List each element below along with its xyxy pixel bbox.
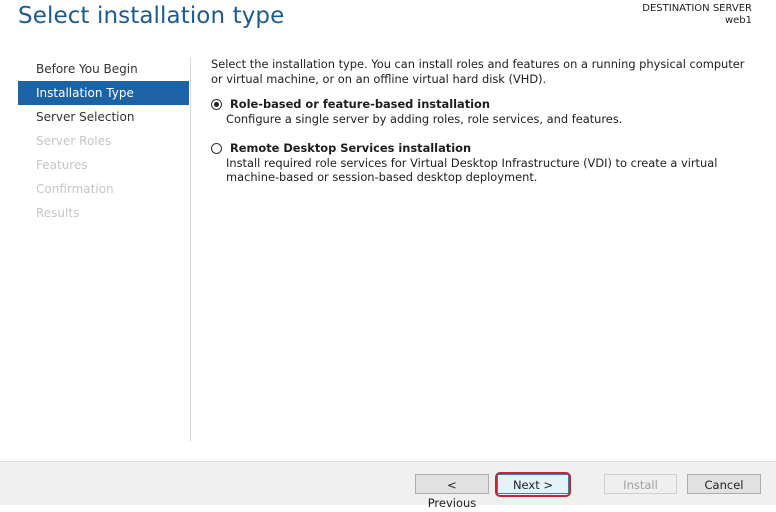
option-role-based[interactable]: Role-based or feature-based installation… [211,97,759,126]
destination-server-label: DESTINATION SERVER [642,3,752,14]
remote-desktop-description: Install required role services for Virtu… [226,155,718,185]
role-based-radio[interactable] [211,99,222,110]
destination-server-name: web1 [724,15,752,26]
next-button[interactable]: Next > [497,474,569,494]
sidebar-item-before-you-begin[interactable]: Before You Begin [18,57,189,81]
sidebar-item-installation-type[interactable]: Installation Type [18,81,189,105]
previous-button[interactable]: < Previous [415,474,489,510]
sidebar-item-confirmation: Confirmation [36,182,114,196]
sidebar-item-results: Results [36,206,80,220]
sidebar-item-features: Features [36,158,88,172]
role-based-description: Configure a single server by adding role… [226,111,623,126]
sidebar-item-server-selection[interactable]: Server Selection [18,105,189,129]
sidebar-divider [190,57,191,441]
wizard-sidebar: Before You Begin Installation Type Serve… [18,57,189,225]
wizard-footer: < Previous Next > Install Cancel [0,461,776,510]
remote-desktop-label[interactable]: Remote Desktop Services installation [230,141,759,156]
page-description: Select the installation type. You can in… [211,57,745,86]
main-content: Select the installation type. You can in… [211,57,759,185]
option-remote-desktop[interactable]: Remote Desktop Services installation Ins… [211,141,759,185]
cancel-button[interactable]: Cancel [687,474,761,494]
sidebar-item-server-roles: Server Roles [36,134,112,148]
page-title: Select installation type [18,3,285,29]
role-based-label[interactable]: Role-based or feature-based installation [230,97,759,112]
install-button: Install [604,474,677,494]
remote-desktop-radio[interactable] [211,143,222,154]
destination-server-info: DESTINATION SERVER web1 [642,3,752,27]
